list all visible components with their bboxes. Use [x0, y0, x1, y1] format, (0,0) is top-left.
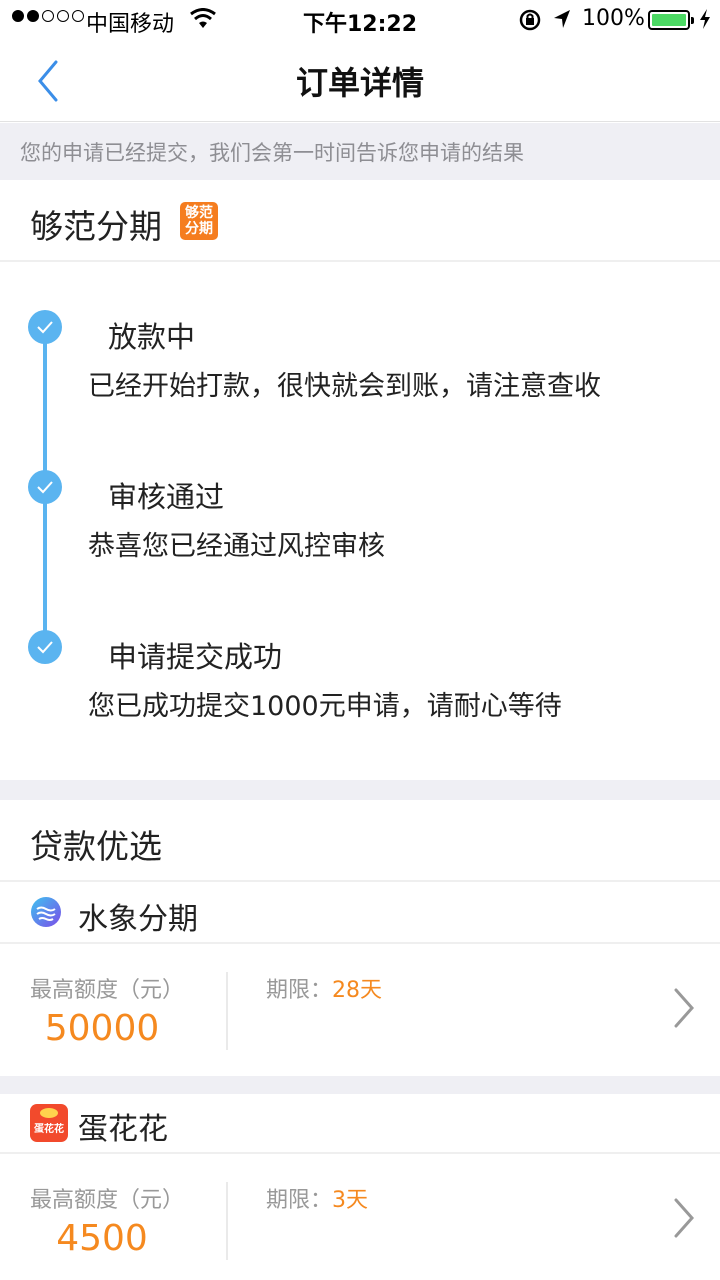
page-title: 订单详情 [295, 64, 424, 102]
max-amount-label: 最高额度（元） [30, 978, 185, 1003]
location-arrow-icon [552, 8, 572, 36]
recommend-header: 贷款优选 [0, 800, 720, 882]
lender-header: 够范分期 够范 分期 [0, 180, 720, 262]
term-value: 3天 [332, 1188, 369, 1213]
recommend-title: 贷款优选 [30, 827, 162, 866]
term-value: 28天 [332, 978, 383, 1003]
term-info: 期限：3天 [266, 1188, 369, 1213]
product-header: 蛋花花 蛋花花 [0, 1094, 720, 1154]
term-info: 期限：28天 [266, 978, 383, 1003]
check-icon [28, 630, 62, 664]
product-name: 水象分期 [78, 902, 198, 937]
product-header: 水象分期 [0, 884, 720, 944]
charging-bolt-icon [698, 8, 712, 36]
nav-bar: 订单详情 [0, 40, 720, 122]
timeline-step-desc: 恭喜您已经通过风控审核 [88, 531, 385, 562]
submission-notice: 您的申请已经提交，我们会第一时间告诉您申请的结果 [0, 123, 720, 180]
timeline-step-desc: 您已成功提交1000元申请，请耐心等待 [88, 691, 562, 722]
battery-percent: 100% [582, 6, 645, 31]
product-name: 蛋花花 [78, 1112, 168, 1147]
vertical-divider [226, 972, 228, 1050]
check-icon [28, 470, 62, 504]
timeline-step-title: 放款中 [108, 320, 196, 354]
chevron-right-icon [670, 1196, 698, 1244]
rotation-lock-icon [518, 8, 542, 38]
check-icon [28, 310, 62, 344]
vertical-divider [226, 1182, 228, 1260]
shuixiang-logo-icon [30, 896, 62, 932]
max-amount-value: 4500 [56, 1218, 148, 1259]
product-card[interactable]: 最高额度（元） 50000 期限：28天 [0, 944, 720, 1076]
section-divider [0, 780, 720, 800]
timeline-step-desc: 已经开始打款，很快就会到账，请注意查收 [88, 371, 601, 402]
progress-timeline: 放款中 已经开始打款，很快就会到账，请注意查收 审核通过 恭喜您已经通过风控审核… [0, 264, 720, 780]
status-bar: 中国移动 下午12:22 100% [0, 0, 720, 40]
section-divider [0, 1076, 720, 1094]
lender-logo: 够范 分期 [180, 202, 218, 240]
lender-name: 够范分期 [30, 207, 162, 246]
max-amount-value: 50000 [44, 1008, 160, 1049]
timeline-step-title: 申请提交成功 [108, 640, 283, 674]
product-card[interactable]: 最高额度（元） 4500 期限：3天 [0, 1154, 720, 1280]
danhuahua-logo-icon: 蛋花花 [30, 1104, 68, 1146]
timeline-step-title: 审核通过 [108, 480, 225, 514]
max-amount-label: 最高额度（元） [30, 1188, 185, 1213]
chevron-right-icon [670, 986, 698, 1034]
battery-icon [648, 10, 694, 30]
